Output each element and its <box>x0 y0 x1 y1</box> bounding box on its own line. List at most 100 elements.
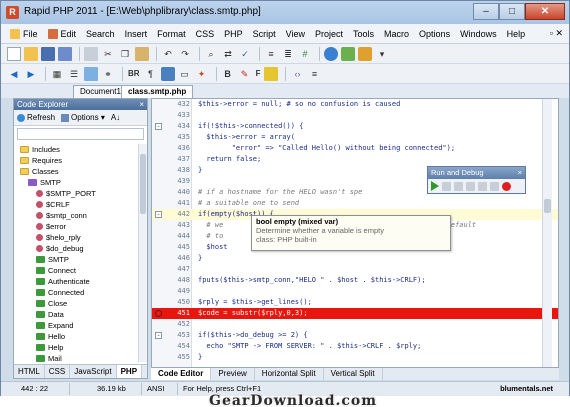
code-line[interactable]: 436 "error" => "Called Hello() without b… <box>152 143 558 154</box>
refresh-button[interactable]: Refresh <box>17 113 55 122</box>
find-icon[interactable]: ⌕ <box>204 47 218 61</box>
code-explorer-filter-input[interactable] <box>17 128 144 140</box>
script-icon[interactable]: ✦ <box>195 67 209 81</box>
indent-icon[interactable]: ≡ <box>264 47 278 61</box>
style-icon[interactable] <box>160 66 175 81</box>
code-line[interactable]: 450 $rply = $this->get_lines(); <box>152 297 558 308</box>
pause-icon[interactable] <box>442 181 451 191</box>
font-button[interactable]: F <box>255 67 262 81</box>
mdi-controls[interactable]: ▫ ✕ <box>545 28 569 39</box>
code-line[interactable]: 452 <box>152 319 558 330</box>
tab-code-editor[interactable]: Code Editor <box>151 368 212 380</box>
tree-node[interactable]: SMTP <box>14 254 138 265</box>
back-arrow-icon[interactable]: ◀ <box>7 67 21 81</box>
tree-node[interactable]: Data <box>14 309 138 320</box>
tree-node[interactable]: $CRLF <box>14 199 138 210</box>
tab-preview[interactable]: Preview <box>211 368 255 380</box>
tree-node[interactable]: $error <box>14 221 138 232</box>
image-icon[interactable] <box>84 66 98 81</box>
php-tag-icon[interactable]: ‹› <box>290 67 304 81</box>
paragraph-icon[interactable]: ¶ <box>144 67 158 81</box>
tree-node[interactable]: $helo_rply <box>14 232 138 243</box>
options-button[interactable]: Options ▾ <box>61 113 105 122</box>
maximize-button[interactable]: □ <box>499 3 525 20</box>
code-line[interactable]: 447 <box>152 264 558 275</box>
code-line[interactable]: 455} <box>152 352 558 363</box>
table-icon[interactable]: ▦ <box>50 67 64 81</box>
menu-search[interactable]: Search <box>81 29 120 39</box>
code-line[interactable]: 449 <box>152 286 558 297</box>
tree-node[interactable]: Mail <box>14 353 138 362</box>
step-into-icon[interactable] <box>466 181 475 191</box>
menu-tools[interactable]: Tools <box>348 29 379 39</box>
tree-node[interactable]: $do_debug <box>14 243 138 254</box>
tab-html[interactable]: HTML <box>14 365 45 378</box>
error-line[interactable]: 451 $code = substr($rply,0,3); <box>152 308 558 319</box>
close-icon[interactable]: × <box>139 99 144 110</box>
menu-options[interactable]: Options <box>414 29 455 39</box>
breakpoint-icon[interactable] <box>155 310 162 317</box>
line-break-button[interactable]: BR <box>127 67 141 81</box>
code-line[interactable]: 448 fputs($this->smtp_conn,"HELO " . $hos… <box>152 275 558 286</box>
menu-view[interactable]: View <box>281 29 310 39</box>
menu-macro[interactable]: Macro <box>379 29 414 39</box>
save-icon[interactable] <box>41 46 55 61</box>
step-out-icon[interactable] <box>490 181 499 191</box>
redo-icon[interactable]: ↷ <box>178 47 192 61</box>
menu-script[interactable]: Script <box>248 29 281 39</box>
minimize-button[interactable]: – <box>473 3 499 20</box>
fold-toggle-icon[interactable]: - <box>155 332 162 339</box>
code-line[interactable]: 432 $this->error = null; # so no confusio… <box>152 99 558 110</box>
list-icon[interactable]: ☰ <box>67 67 81 81</box>
fold-toggle-icon[interactable]: - <box>155 123 162 130</box>
run-icon[interactable] <box>431 181 439 191</box>
tab-class-smtp[interactable]: class.smtp.php <box>121 85 194 98</box>
forward-arrow-icon[interactable]: ▶ <box>24 67 38 81</box>
code-line[interactable]: 446} <box>152 253 558 264</box>
menu-php[interactable]: PHP <box>219 29 248 39</box>
menu-insert[interactable]: Insert <box>120 29 153 39</box>
menu-css[interactable]: CSS <box>191 29 220 39</box>
toolbar-menu-icon[interactable]: ▾ <box>375 47 389 61</box>
new-file-icon[interactable] <box>7 46 21 61</box>
code-line[interactable]: - 434 if(!$this->connected()) { <box>152 121 558 132</box>
tree-node[interactable]: Hello <box>14 331 138 342</box>
fold-toggle-icon[interactable]: - <box>155 211 162 218</box>
code-line[interactable]: 437 return false; <box>152 154 558 165</box>
stop-icon[interactable] <box>454 181 463 191</box>
tree-node[interactable]: Requires <box>14 155 138 166</box>
insert-code-icon[interactable]: ≡ <box>307 67 321 81</box>
sort-button[interactable]: A↓ <box>111 113 120 122</box>
editor-scrollbar[interactable] <box>542 99 552 367</box>
tree-node[interactable]: SMTP <box>14 177 138 188</box>
scrollbar-thumb[interactable] <box>544 199 551 213</box>
tree-node[interactable]: Close <box>14 298 138 309</box>
print-icon[interactable] <box>84 46 98 61</box>
menu-help[interactable]: Help <box>502 29 531 39</box>
save-all-icon[interactable] <box>58 46 72 61</box>
link-icon[interactable]: ⚭ <box>101 67 115 81</box>
menu-windows[interactable]: Windows <box>455 29 502 39</box>
scrollbar-thumb[interactable] <box>140 154 146 214</box>
paste-icon[interactable] <box>135 46 149 61</box>
tab-javascript[interactable]: JavaScript <box>70 365 117 378</box>
browser-preview-icon[interactable] <box>324 46 338 61</box>
tree-scrollbar[interactable] <box>138 144 147 362</box>
tab-vertical-split[interactable]: Vertical Split <box>324 368 383 380</box>
tab-document1[interactable]: Document1 <box>73 85 128 98</box>
menu-format[interactable]: Format <box>152 29 191 39</box>
code-editor[interactable]: 432 $this->error = null; # so no confusio… <box>151 98 559 368</box>
tab-php[interactable]: PHP <box>116 365 143 378</box>
menu-project[interactable]: Project <box>310 29 348 39</box>
code-line[interactable]: 435 $this->error = array( <box>152 132 558 143</box>
ftp-icon[interactable] <box>341 46 355 61</box>
tree-node[interactable]: $SMTP_PORT <box>14 188 138 199</box>
tree-node[interactable]: Authenticate <box>14 276 138 287</box>
tree-node[interactable]: Connected <box>14 287 138 298</box>
outdent-icon[interactable]: ≣ <box>281 47 295 61</box>
close-icon[interactable]: × <box>518 167 522 179</box>
highlight-icon[interactable]: ✎ <box>238 67 252 81</box>
form-icon[interactable]: ▭ <box>178 67 192 81</box>
tree-node[interactable]: $smtp_conn <box>14 210 138 221</box>
tab-css[interactable]: CSS <box>45 365 71 378</box>
